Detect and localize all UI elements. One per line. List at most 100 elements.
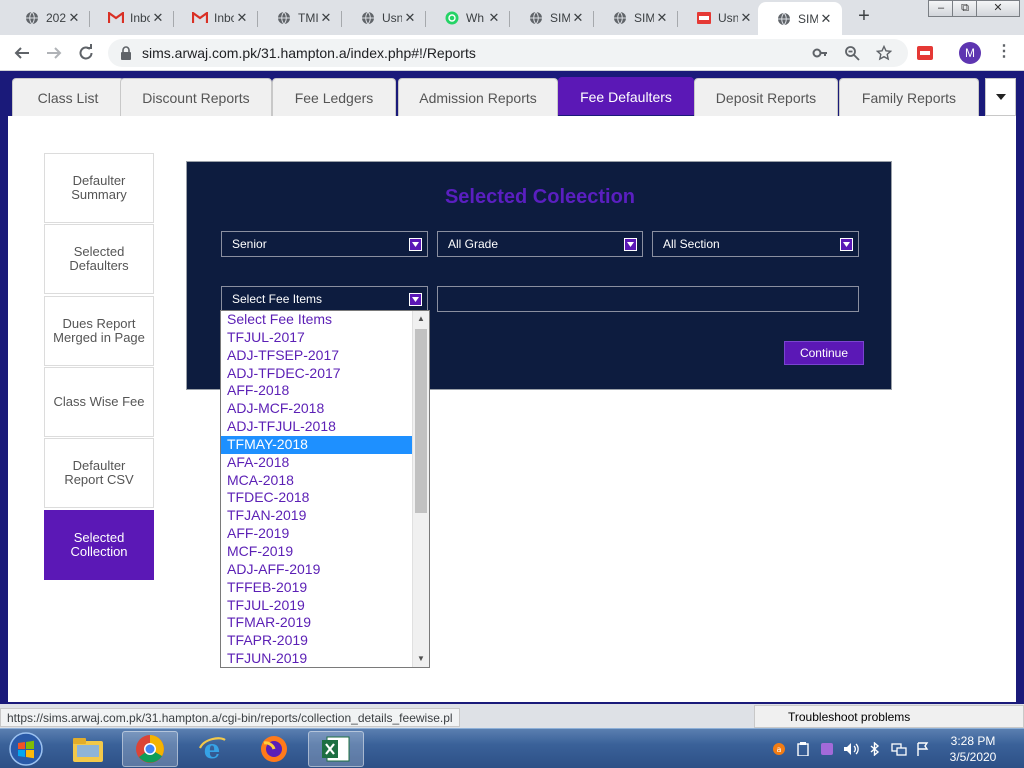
page-background: Class List Discount Reports Fee Ledgers Adm… [0,71,1024,704]
sidebar-item-selected-defaulters[interactable]: Selected Defaulters [44,224,154,294]
fee-items-dropdown-list[interactable]: Select Fee Items TFJUL-2017 ADJ-TFSEP-2017… [220,310,430,668]
close-icon[interactable]: ✕ [738,10,754,26]
minimize-window-button[interactable]: – [928,0,954,17]
fee-item-option[interactable]: TFJUL-2017 [221,329,413,347]
taskbar-clock[interactable]: 3:28 PM 3/5/2020 [940,733,1006,765]
dropdown-scrollbar[interactable]: ▲ ▼ [412,311,429,667]
browser-tab-title: SIM [550,11,570,25]
restore-window-button[interactable]: ⧉ [952,0,978,17]
new-tab-button[interactable]: + [852,5,876,29]
fee-item-option[interactable]: ADJ-MCF-2018 [221,400,413,418]
fee-item-option[interactable]: ADJ-AFF-2019 [221,561,413,579]
fee-item-option[interactable]: MCF-2019 [221,543,413,561]
start-button[interactable] [4,730,48,768]
fee-item-option[interactable]: Select Fee Items [221,311,413,329]
scroll-up-icon[interactable]: ▲ [413,311,429,327]
key-icon[interactable] [812,45,828,61]
close-icon[interactable]: ✕ [66,10,82,26]
fee-item-option[interactable]: MCA-2018 [221,472,413,490]
browser-tab[interactable]: Usn ✕ [678,3,762,33]
sidebar-item-defaulter-report-csv[interactable]: Defaulter Report CSV [44,438,154,508]
chevron-down-icon [840,238,853,251]
fee-item-option[interactable]: AFA-2018 [221,454,413,472]
menu-icon[interactable]: ⋮ [996,43,1012,63]
tab-deposit-reports[interactable]: Deposit Reports [694,78,838,116]
fee-item-option[interactable]: TFFEB-2019 [221,579,413,597]
address-bar[interactable]: sims.arwaj.com.pk/31.hampton.a/index.php… [108,39,908,67]
close-window-button[interactable]: ✕ [976,0,1020,17]
globe-icon [24,10,40,26]
star-icon[interactable] [876,45,892,61]
close-icon[interactable]: ✕ [486,10,502,26]
network-icon[interactable] [890,740,908,758]
close-icon[interactable]: ✕ [150,10,166,26]
close-icon[interactable]: ✕ [234,10,250,26]
pdf-extension-icon[interactable] [917,45,933,61]
browser-tab[interactable]: SIM ✕ [594,3,678,33]
tab-class-list[interactable]: Class List [12,78,124,116]
lock-icon[interactable] [118,45,134,61]
volume-icon[interactable] [842,740,860,758]
firefox-icon[interactable] [246,731,302,767]
fee-item-option[interactable]: TFMAR-2019 [221,614,413,632]
avast-icon[interactable]: a [770,740,788,758]
fee-item-option[interactable]: TFJUN-2019 [221,650,413,667]
browser-tab[interactable]: TMI ✕ [258,3,342,33]
browser-tab[interactable]: Inbc ✕ [90,3,174,33]
fee-item-option[interactable]: TFDEC-2018 [221,489,413,507]
browser-tab[interactable]: Inbc ✕ [174,3,258,33]
browser-tab[interactable]: SIM ✕ [510,3,594,33]
school-select[interactable]: Senior [221,231,428,257]
scroll-down-icon[interactable]: ▼ [413,651,429,667]
close-icon[interactable]: ✕ [318,10,334,26]
globe-icon [612,10,628,26]
more-tabs-dropdown[interactable] [985,78,1016,116]
zoom-icon[interactable] [844,45,860,61]
browser-tab[interactable]: 202 ✕ [6,3,90,33]
action-center-flag-icon[interactable] [914,740,932,758]
clipboard-icon[interactable] [794,740,812,758]
browser-tab[interactable]: Usn ✕ [342,3,426,33]
fee-item-option[interactable]: TFAPR-2019 [221,632,413,650]
scrollbar-thumb[interactable] [415,329,427,513]
tab-discount-reports[interactable]: Discount Reports [120,78,272,116]
fee-item-option[interactable]: AFF-2019 [221,525,413,543]
sidebar-item-selected-collection[interactable]: Selected Collection [44,510,154,580]
sidebar-item-dues-report-merged-in-page[interactable]: Dues Report Merged in Page [44,296,154,366]
fee-item-option[interactable]: TFJAN-2019 [221,507,413,525]
back-icon[interactable] [10,41,34,65]
fee-item-option[interactable]: TFMAY-2018 [221,435,413,454]
fee-item-option[interactable]: ADJ-TFJUL-2018 [221,418,413,436]
internet-explorer-icon[interactable]: e [184,731,240,767]
troubleshoot-notification[interactable]: Troubleshoot problems [754,705,1024,728]
tab-family-reports[interactable]: Family Reports [839,78,979,116]
close-icon[interactable]: ✕ [818,11,834,27]
browser-tab[interactable]: SIM ✕ [758,2,842,35]
fee-items-filter-input[interactable] [437,286,859,312]
bluetooth-icon[interactable] [866,740,884,758]
tab-admission-reports[interactable]: Admission Reports [398,78,558,116]
fee-item-option[interactable]: ADJ-TFSEP-2017 [221,347,413,365]
fee-item-option[interactable]: TFJUL-2019 [221,597,413,615]
app-tray-icon[interactable] [818,740,836,758]
close-icon[interactable]: ✕ [570,10,586,26]
tab-fee-defaulters[interactable]: Fee Defaulters [558,77,694,115]
browser-tab[interactable]: Wh ✕ [426,3,510,33]
close-icon[interactable]: ✕ [654,10,670,26]
continue-button[interactable]: Continue [784,341,864,365]
close-icon[interactable]: ✕ [402,10,418,26]
fee-items-select[interactable]: Select Fee Items [221,286,428,312]
sidebar-item-class-wise-fee[interactable]: Class Wise Fee [44,367,154,437]
fee-item-option[interactable]: AFF-2018 [221,382,413,400]
grade-select[interactable]: All Grade [437,231,643,257]
excel-icon[interactable] [308,731,364,767]
chrome-icon[interactable] [122,731,178,767]
section-select[interactable]: All Section [652,231,859,257]
profile-avatar[interactable]: M [959,42,981,64]
sidebar-item-defaulter-summary[interactable]: Defaulter Summary [44,153,154,223]
file-explorer-icon[interactable] [60,731,116,767]
tab-fee-ledgers[interactable]: Fee Ledgers [272,78,396,116]
reload-icon[interactable] [74,41,98,65]
forward-icon[interactable] [42,41,66,65]
fee-item-option[interactable]: ADJ-TFDEC-2017 [221,365,413,383]
